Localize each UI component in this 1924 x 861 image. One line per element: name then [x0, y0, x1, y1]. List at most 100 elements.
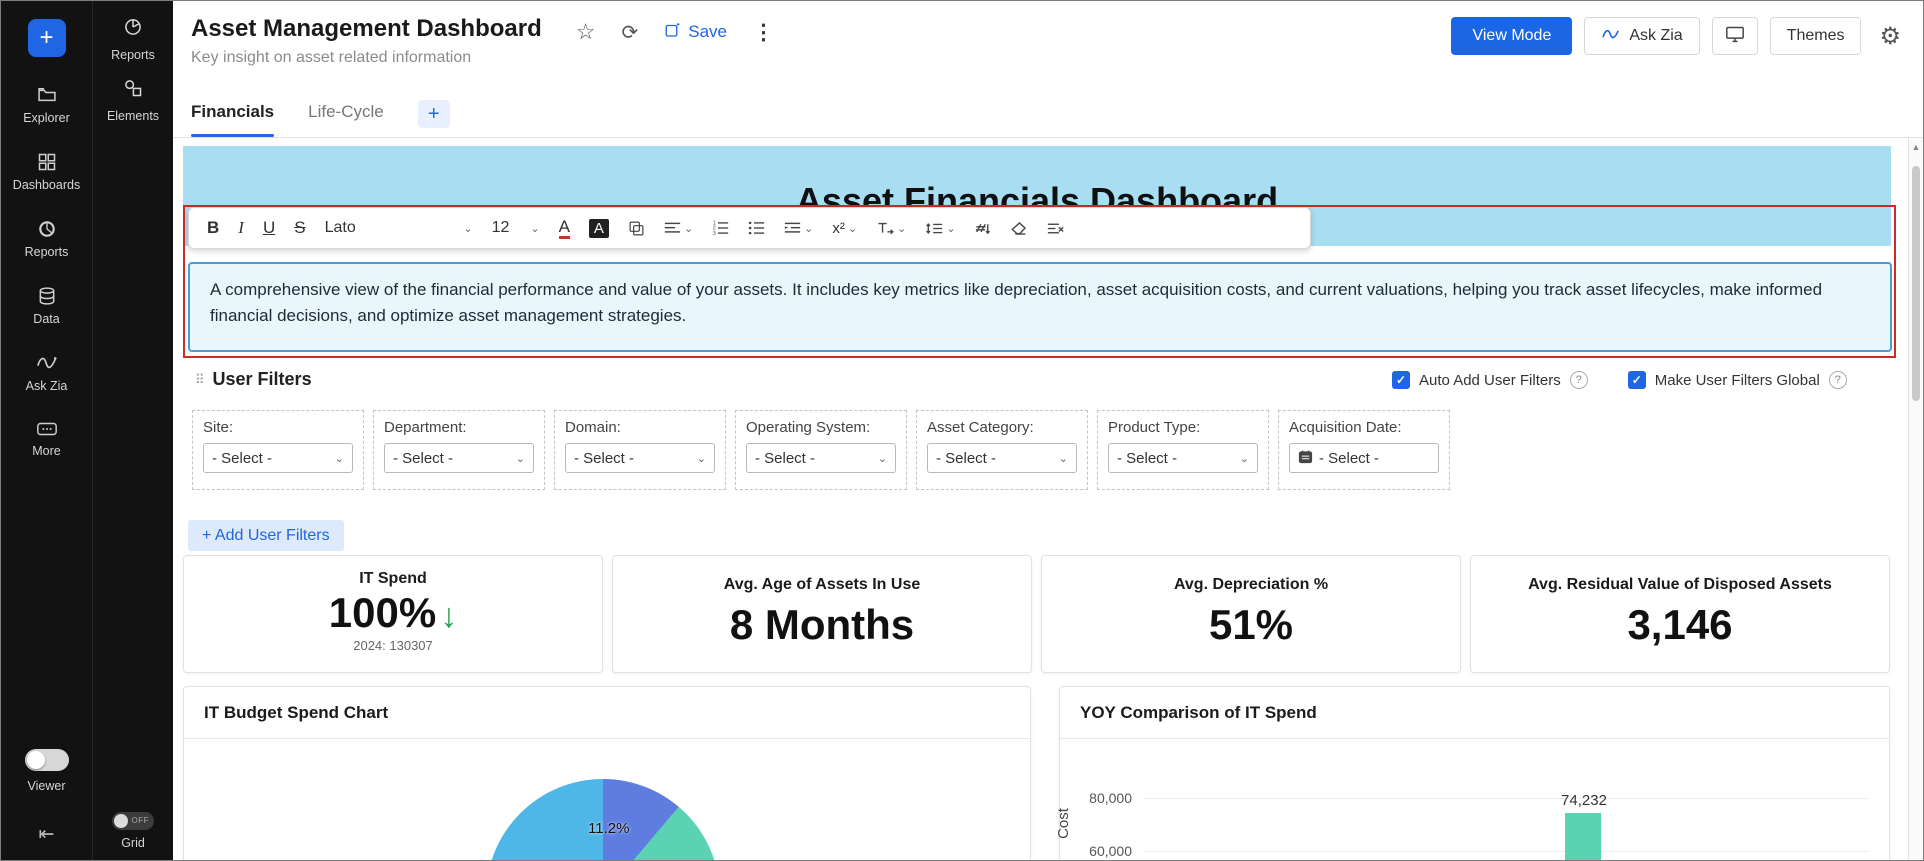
filter-operating-system: Operating System: - Select -⌄ — [735, 410, 907, 490]
donut-chart-icon — [37, 219, 57, 239]
kpi-card-avg-depreciation[interactable]: Avg. Depreciation % 51% — [1041, 555, 1461, 673]
drag-handle-icon[interactable]: ⠿ — [195, 372, 205, 388]
y-tick: 80,000 — [1080, 790, 1132, 806]
font-color-button[interactable]: A — [559, 218, 570, 239]
font-family-select[interactable]: Lato⌄ — [325, 219, 473, 237]
settings-gear-icon[interactable]: ⚙ — [1879, 22, 1901, 51]
chevron-down-icon: ⌄ — [946, 222, 955, 235]
highlight-color-button[interactable]: A — [589, 219, 609, 238]
ordered-list-button[interactable]: 123 — [712, 220, 729, 236]
superscript-button[interactable]: x²⌄ — [832, 220, 857, 237]
sidebar-nav: Explorer Dashboards Reports Data Ask Zia… — [1, 85, 92, 458]
filter-date-select[interactable]: - Select - — [1289, 443, 1439, 473]
scroll-up-icon[interactable]: ▲ — [1909, 142, 1923, 152]
sidebar-item-reports[interactable]: Reports — [1, 219, 92, 259]
chevron-down-icon: ⌄ — [516, 452, 525, 465]
dashboard-canvas: Asset Financials Dashboard B I U S Lato⌄… — [173, 138, 1923, 860]
make-user-filters-global-checkbox[interactable]: ✓ — [1628, 371, 1646, 389]
rich-text-toolbar: B I U S Lato⌄ 12⌄ A A ⌄ 123 ⌄ x²⌄ ⌄ ⌄ — [188, 207, 1311, 249]
refresh-icon[interactable]: ⟳ — [622, 20, 639, 45]
elements-icon — [123, 78, 143, 103]
svg-text:3: 3 — [713, 231, 716, 236]
font-size-select[interactable]: 12⌄ — [492, 219, 540, 237]
page-title: Asset Management Dashboard — [191, 15, 542, 43]
rail-item-elements[interactable]: Elements — [107, 78, 159, 123]
viewer-toggle[interactable] — [25, 749, 69, 771]
kpi-card-avg-age[interactable]: Avg. Age of Assets In Use 8 Months — [612, 555, 1032, 673]
indent-button[interactable]: ⌄ — [784, 221, 813, 236]
unordered-list-button[interactable] — [748, 220, 765, 236]
format-painter-button[interactable] — [628, 220, 645, 237]
add-user-filters-button[interactable]: + Add User Filters — [188, 520, 344, 551]
line-spacing-button[interactable]: ⌄ — [925, 221, 955, 236]
sidebar-item-data[interactable]: Data — [1, 286, 92, 326]
rail-item-label: Reports — [111, 48, 155, 62]
grid-toggle[interactable]: OFF — [112, 812, 154, 830]
filter-select[interactable]: - Select -⌄ — [565, 443, 715, 473]
help-icon[interactable]: ? — [1570, 371, 1588, 389]
kpi-card-avg-residual-value[interactable]: Avg. Residual Value of Disposed Assets 3… — [1470, 555, 1890, 673]
main-area: Asset Management Dashboard Key insight o… — [173, 1, 1923, 860]
description-text-widget[interactable]: A comprehensive view of the financial pe… — [188, 262, 1892, 352]
collapse-sidebar-icon[interactable]: ⇤ — [39, 823, 55, 846]
filter-select[interactable]: - Select -⌄ — [927, 443, 1077, 473]
save-button[interactable]: Save — [664, 21, 727, 44]
grid-icon — [37, 152, 57, 172]
sidebar-item-ask-zia[interactable]: Ask Zia — [1, 353, 92, 393]
bold-button[interactable]: B — [207, 218, 219, 238]
dashboard-tabbar: Financials Life-Cycle + — [173, 81, 1923, 138]
chart-card-yoy-comparison[interactable]: YOY Comparison of IT Spend Cost 80,000 6… — [1059, 686, 1890, 860]
favorite-star-icon[interactable]: ☆ — [576, 19, 596, 45]
eraser-icon[interactable] — [1011, 221, 1028, 236]
chevron-down-icon: ⌄ — [848, 222, 857, 235]
align-button[interactable]: ⌄ — [664, 221, 693, 236]
bar-rect[interactable] — [1565, 813, 1601, 860]
kpi-card-it-spend[interactable]: IT Spend 100%↓ 2024: 130307 — [183, 555, 603, 673]
ask-zia-button[interactable]: Ask Zia — [1584, 17, 1699, 55]
tab-life-cycle[interactable]: Life-Cycle — [308, 102, 384, 137]
sidebar-item-dashboards[interactable]: Dashboards — [1, 152, 92, 192]
number-format-button[interactable] — [975, 221, 992, 236]
sidebar-bottom: Viewer ⇤ — [25, 749, 69, 860]
filter-select[interactable]: - Select -⌄ — [1108, 443, 1258, 473]
more-options-icon[interactable]: ⋮ — [753, 20, 774, 45]
strikethrough-button[interactable]: S — [294, 218, 305, 238]
auto-add-user-filters-label: Auto Add User Filters — [1419, 372, 1561, 389]
trend-down-arrow-icon: ↓ — [440, 597, 457, 635]
sidebar-item-label: More — [32, 444, 60, 458]
italic-button[interactable]: I — [238, 218, 244, 238]
y-axis-label: Cost — [1055, 808, 1072, 839]
user-filters-row: Site: - Select -⌄ Department: - Select -… — [192, 410, 1450, 490]
chart-card-it-budget[interactable]: IT Budget Spend Chart 11.2% — [183, 686, 1031, 860]
sidebar-item-explorer[interactable]: Explorer — [1, 85, 92, 125]
themes-button[interactable]: Themes — [1770, 17, 1862, 55]
help-icon[interactable]: ? — [1829, 371, 1847, 389]
zia-icon — [36, 353, 58, 373]
pie-slice-label: 11.2% — [588, 820, 629, 837]
filter-select[interactable]: - Select -⌄ — [203, 443, 353, 473]
presentation-button[interactable] — [1712, 17, 1758, 55]
text-direction-button[interactable]: ⌄ — [876, 221, 906, 236]
chevron-down-icon: ⌄ — [878, 452, 887, 465]
create-button[interactable]: + — [28, 19, 66, 57]
app-window: + Explorer Dashboards Reports Data Ask Z… — [0, 0, 1924, 861]
chevron-down-icon: ⌄ — [463, 222, 472, 235]
rail-item-reports[interactable]: Reports — [111, 17, 155, 62]
auto-add-user-filters-checkbox[interactable]: ✓ — [1392, 371, 1410, 389]
filter-select[interactable]: - Select -⌄ — [746, 443, 896, 473]
top-bar: Asset Management Dashboard Key insight o… — [173, 1, 1923, 81]
sidebar: + Explorer Dashboards Reports Data Ask Z… — [1, 1, 93, 860]
underline-button[interactable]: U — [263, 218, 275, 238]
chevron-down-icon: ⌄ — [335, 452, 344, 465]
page-subtitle: Key insight on asset related information — [191, 49, 542, 67]
add-tab-button[interactable]: + — [418, 100, 450, 128]
vertical-scrollbar[interactable]: ▲ — [1908, 138, 1923, 860]
view-mode-button[interactable]: View Mode — [1451, 17, 1572, 55]
database-icon — [37, 286, 57, 306]
clear-format-button[interactable] — [1047, 221, 1064, 236]
filter-select[interactable]: - Select -⌄ — [384, 443, 534, 473]
y-tick: 60,000 — [1080, 843, 1132, 859]
scrollbar-thumb[interactable] — [1912, 166, 1920, 401]
tab-financials[interactable]: Financials — [191, 102, 274, 137]
sidebar-item-more[interactable]: More — [1, 420, 92, 458]
